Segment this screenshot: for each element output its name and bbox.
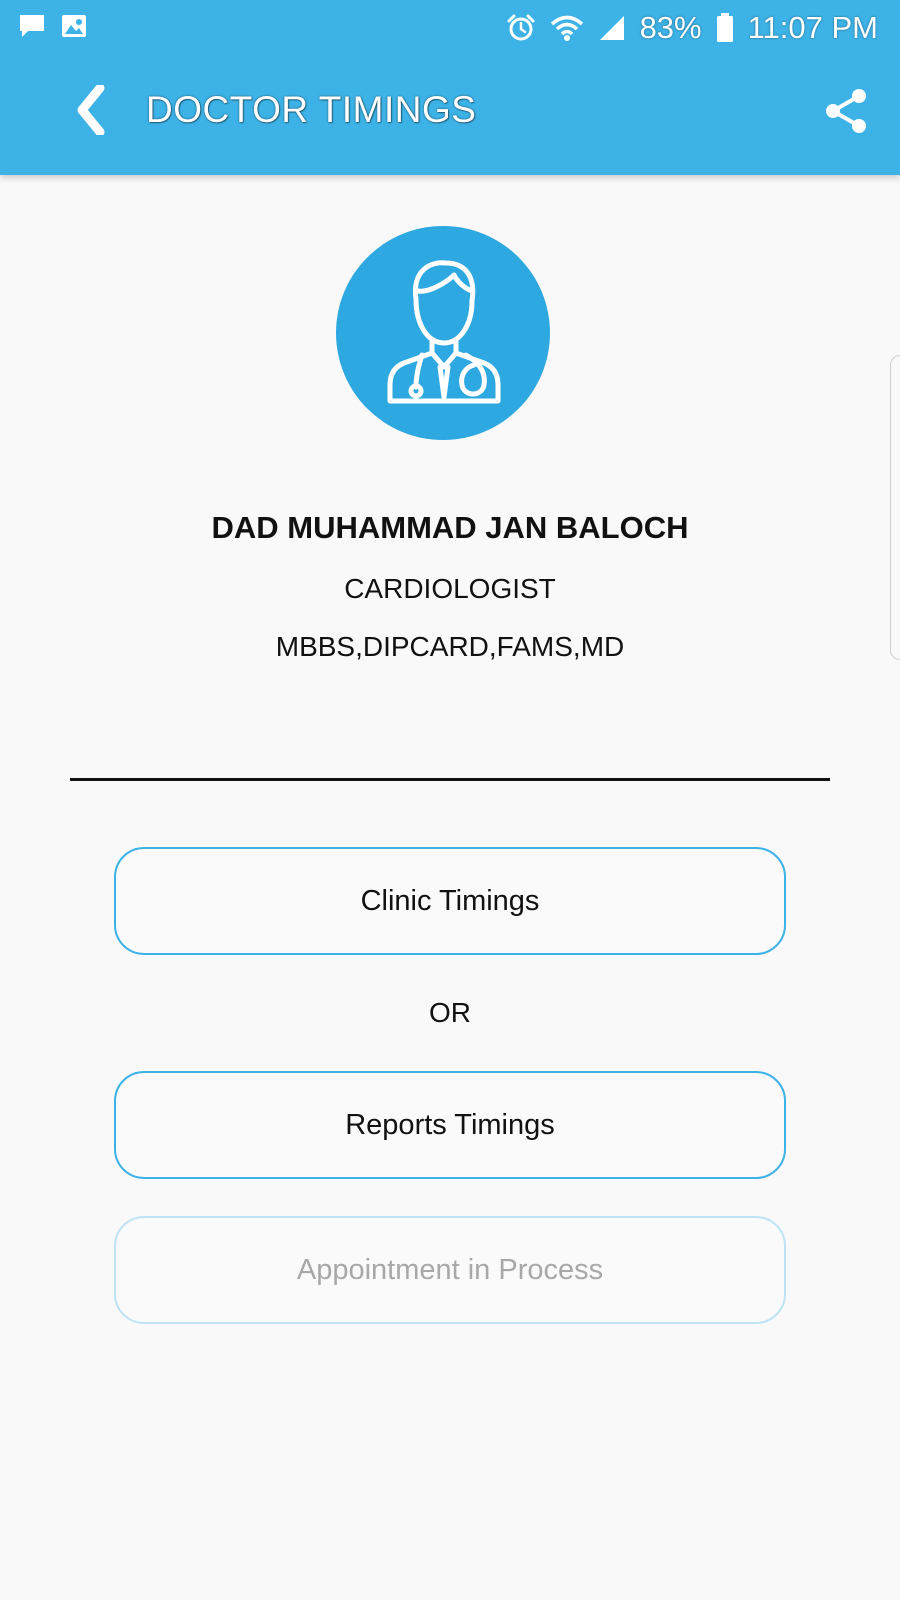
back-button[interactable] [62, 82, 118, 142]
clock: 11:07 PM [747, 10, 878, 45]
message-icon [18, 12, 46, 44]
image-icon [60, 12, 88, 44]
doctor-avatar-icon [368, 251, 518, 415]
alarm-icon [506, 13, 536, 43]
reports-timings-label: Reports Timings [345, 1108, 555, 1141]
status-left [18, 12, 88, 44]
doctor-name: DAD MUHAMMAD JAN BALOCH [211, 510, 689, 545]
battery-percent: 83% [639, 10, 702, 45]
app-bar: DOCTOR TIMINGS [0, 55, 900, 175]
share-icon [823, 87, 869, 139]
status-bar: 83% 11:07 PM [0, 0, 900, 55]
share-button[interactable] [820, 87, 872, 139]
top-bar: 83% 11:07 PM DOCTOR TIMINGS [0, 0, 900, 175]
page-title: DOCTOR TIMINGS [146, 89, 477, 130]
doctor-specialty: CARDIOLOGIST [344, 573, 556, 604]
appointment-status-button: Appointment in Process [114, 1216, 786, 1324]
or-label: OR [429, 997, 471, 1028]
chevron-left-icon [70, 83, 110, 139]
battery-icon [716, 13, 734, 43]
edge-panel-handle[interactable] [890, 355, 900, 660]
doctor-qualifications: MBBS,DIPCARD,FAMS,MD [275, 631, 625, 662]
reports-timings-button[interactable]: Reports Timings [114, 1071, 786, 1179]
signal-icon [598, 14, 626, 42]
clinic-timings-button[interactable]: Clinic Timings [114, 847, 786, 955]
divider [70, 778, 830, 781]
wifi-icon [550, 14, 584, 42]
appointment-status-label: Appointment in Process [296, 1253, 604, 1286]
clinic-timings-label: Clinic Timings [360, 884, 540, 917]
doctor-avatar [336, 226, 550, 440]
status-right: 83% 11:07 PM [506, 8, 878, 48]
